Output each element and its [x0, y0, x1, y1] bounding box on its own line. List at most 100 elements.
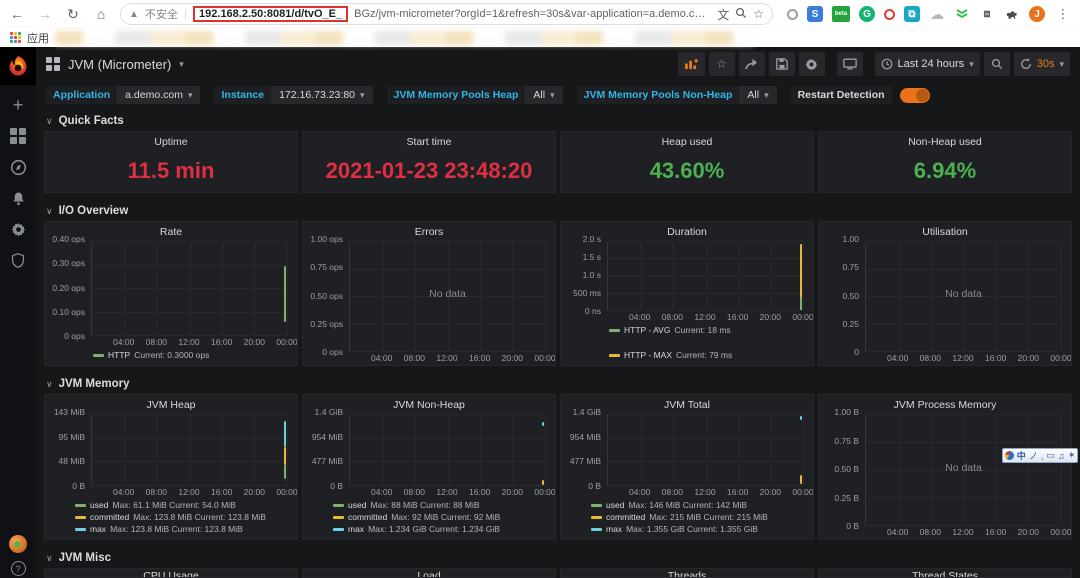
legend-item[interactable]: usedMax: 146 MiB Current: 142 MiB [591, 500, 809, 511]
singlestat-panel[interactable]: Non-Heap used 6.94% [818, 131, 1072, 193]
bookmark-star-icon[interactable]: ☆ [753, 7, 764, 21]
graph-panel[interactable]: JVM Non-Heap 0 B477 MiB954 MiB1.4 GiB 04… [302, 394, 556, 540]
refresh-picker[interactable]: 30s ▾ [1014, 52, 1070, 76]
zoom-page-icon[interactable] [735, 7, 747, 22]
graph-panel[interactable]: CPU Usage [44, 568, 298, 578]
graph-panel[interactable]: Duration 0 ns500 ms1.0 s1.5 s2.0 s 04:00… [560, 221, 814, 366]
url-text[interactable]: BGz/jvm-micrometer?orgId=1&refresh=30s&v… [354, 8, 711, 20]
legend-item[interactable]: maxMax: 1.234 GiB Current: 1.234 GiB [333, 524, 551, 535]
panel-title[interactable]: Heap used [561, 132, 813, 149]
ime-globe-icon[interactable] [1005, 451, 1014, 460]
extension-copy-icon[interactable]: ⧉ [904, 6, 920, 22]
create-plus-icon[interactable]: + [7, 94, 29, 116]
legend-item[interactable]: committedMax: 92 MiB Current: 92 MiB [333, 512, 551, 523]
legend-item[interactable]: HTTPCurrent: 0.3000 ops [93, 350, 209, 361]
url-highlighted-annotation[interactable]: 192.168.2.50:8081/d/tvO_E_ [193, 6, 348, 22]
panel-title[interactable]: Thread States [819, 569, 1071, 578]
variable-value-dropdown[interactable]: 172.16.73.23:80▾ [271, 86, 372, 104]
save-dashboard-button[interactable] [769, 52, 795, 76]
section-jvm-misc[interactable]: ∨ JVM Misc [36, 546, 1080, 568]
zoom-out-time-button[interactable] [984, 52, 1010, 76]
extension-j-icon[interactable]: J [1029, 6, 1045, 22]
explore-compass-icon[interactable] [7, 156, 29, 178]
time-range-picker[interactable]: Last 24 hours ▾ [875, 52, 980, 76]
user-avatar[interactable] [9, 535, 27, 553]
extension-pin-icon[interactable]: ⧈ [979, 6, 995, 22]
panel-title[interactable]: Start time [303, 132, 555, 149]
legend-item[interactable]: maxMax: 123.8 MiB Current: 123.8 MiB [75, 524, 293, 535]
browser-menu-icon[interactable]: ⋮ [1054, 6, 1072, 22]
graph-panel[interactable]: Thread States [818, 568, 1072, 578]
graph-panel[interactable]: Rate 0 ops0.10 ops0.20 ops0.30 ops0.40 o… [44, 221, 298, 366]
graph-panel[interactable]: JVM Heap 0 B48 MiB95 MiB143 MiB 04:0008:… [44, 394, 298, 540]
forward-icon[interactable]: → [36, 6, 54, 22]
variable-value-dropdown[interactable]: a.demo.com▾ [117, 86, 200, 104]
graph-panel[interactable]: Load [302, 568, 556, 578]
extension-chevrons-icon[interactable] [954, 6, 970, 22]
extension-beta-icon[interactable]: beta [832, 6, 850, 22]
translate-icon[interactable]: 文 [717, 6, 729, 23]
legend-item[interactable]: committedMax: 123.8 MiB Current: 123.8 M… [75, 512, 293, 523]
restart-detection-toggle[interactable] [900, 88, 930, 103]
configuration-gear-icon[interactable] [7, 218, 29, 240]
apps-grid-icon[interactable] [10, 32, 21, 43]
reload-icon[interactable]: ↻ [64, 6, 82, 23]
panel-title[interactable]: Uptime [45, 132, 297, 149]
singlestat-panel[interactable]: Heap used 43.60% [560, 131, 814, 193]
home-icon[interactable]: ⌂ [92, 6, 110, 22]
ime-settings-icon[interactable]: ✶ [1068, 450, 1076, 461]
singlestat-panel[interactable]: Uptime 11.5 min [44, 131, 298, 193]
alerting-bell-icon[interactable] [7, 187, 29, 209]
dashboards-icon[interactable] [7, 125, 29, 147]
legend-item[interactable]: usedMax: 61.1 MiB Current: 54.0 MiB [75, 500, 293, 511]
section-quick-facts[interactable]: ∨ Quick Facts [36, 109, 1080, 131]
y-tick-label: 0 B [846, 521, 859, 531]
ime-mode-icon[interactable]: ノ [1029, 449, 1038, 462]
extension-s-icon[interactable]: S [807, 6, 823, 22]
panel-title[interactable]: CPU Usage [45, 569, 297, 578]
legend-item[interactable]: maxMax: 1.355 GiB Current: 1.355 GiB [591, 524, 809, 535]
singlestat-panel[interactable]: Start time 2021-01-23 23:48:20 [302, 131, 556, 193]
extension-g-icon[interactable]: G [859, 6, 875, 22]
panel-title[interactable]: Threads [561, 569, 813, 578]
variable-value-dropdown[interactable]: All▾ [525, 86, 562, 104]
graph-panel[interactable]: Utilisation 00.250.500.751.00 No data 04… [818, 221, 1072, 366]
extension-o-icon[interactable] [884, 9, 895, 20]
star-dashboard-button[interactable]: ☆ [709, 52, 735, 76]
graph-panel[interactable]: JVM Process Memory 0 B0.25 B0.50 B0.75 B… [818, 394, 1072, 540]
help-icon[interactable]: ? [11, 561, 26, 576]
variable-value-dropdown[interactable]: All▾ [739, 86, 776, 104]
section-io-overview[interactable]: ∨ I/O Overview [36, 199, 1080, 221]
graph-panel[interactable]: Errors 0 ops0.25 ops0.50 ops0.75 ops1.00… [302, 221, 556, 366]
ime-punct-icon[interactable]: ‚ [1041, 451, 1043, 461]
panel-title[interactable]: Load [303, 569, 555, 578]
add-panel-button[interactable] [678, 52, 705, 76]
ime-keyboard-icon[interactable]: ▭ [1046, 450, 1055, 461]
admin-shield-icon[interactable] [7, 249, 29, 271]
warning-icon[interactable]: ▲ [129, 9, 139, 20]
ime-mic-icon[interactable]: ♫ [1058, 451, 1065, 461]
grafana-logo[interactable] [0, 47, 36, 85]
graph-panel[interactable]: JVM Total 0 B477 MiB954 MiB1.4 GiB 04:00… [560, 394, 814, 540]
dashboard-title[interactable]: JVM (Micrometer) [68, 57, 171, 72]
cycle-view-tv-button[interactable] [837, 52, 863, 76]
ime-lang-label[interactable]: 中 [1017, 449, 1026, 462]
address-bar[interactable]: ▲ 不安全 | 192.168.2.50:8081/d/tvO_E_ BGz/j… [120, 3, 773, 25]
apps-label[interactable]: 应用 [27, 30, 49, 46]
back-icon[interactable]: ← [8, 6, 26, 22]
ime-toolbar[interactable]: 中 ノ ‚ ▭ ♫ ✶ [1002, 448, 1078, 463]
extension-puzzle-icon[interactable] [1004, 6, 1020, 22]
legend-item[interactable]: committedMax: 215 MiB Current: 215 MiB [591, 512, 809, 523]
extension-ring-icon[interactable] [787, 9, 798, 20]
extension-cloud-icon[interactable]: ☁ [929, 6, 945, 22]
dashboard-grid-icon[interactable] [46, 57, 60, 71]
title-caret-icon[interactable]: ▾ [179, 59, 184, 70]
panel-title[interactable]: Non-Heap used [819, 132, 1071, 149]
legend-item[interactable]: HTTP - MAXCurrent: 79 ms [609, 350, 732, 361]
legend-item[interactable]: HTTP - AVGCurrent: 18 ms [609, 325, 731, 336]
legend-item[interactable]: usedMax: 88 MiB Current: 88 MiB [333, 500, 551, 511]
section-jvm-memory[interactable]: ∨ JVM Memory [36, 372, 1080, 394]
graph-panel[interactable]: Threads [560, 568, 814, 578]
dashboard-settings-button[interactable] [799, 52, 825, 76]
share-dashboard-button[interactable] [739, 52, 765, 76]
